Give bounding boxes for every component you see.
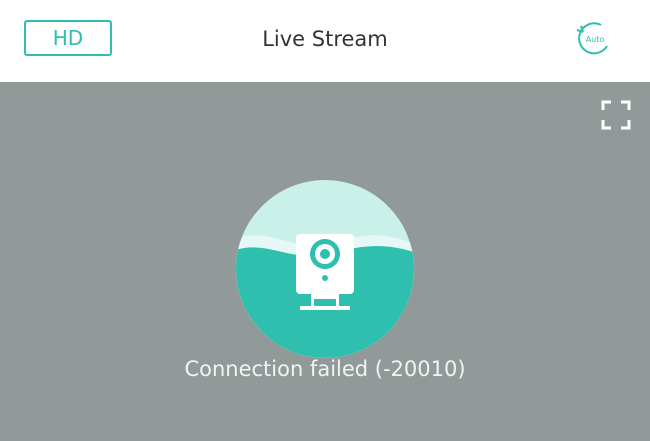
- page-title: Live Stream: [262, 27, 388, 51]
- header-bar: HD Live Stream Auto: [0, 0, 650, 82]
- auto-icon-label: Auto: [586, 35, 605, 44]
- auto-rotate-icon[interactable]: Auto: [573, 18, 613, 58]
- video-viewport[interactable]: Connection failed (-20010): [0, 82, 650, 441]
- camera-icon: [236, 180, 414, 358]
- connection-status-message: Connection failed (-20010): [184, 357, 466, 381]
- fullscreen-icon[interactable]: [601, 100, 631, 130]
